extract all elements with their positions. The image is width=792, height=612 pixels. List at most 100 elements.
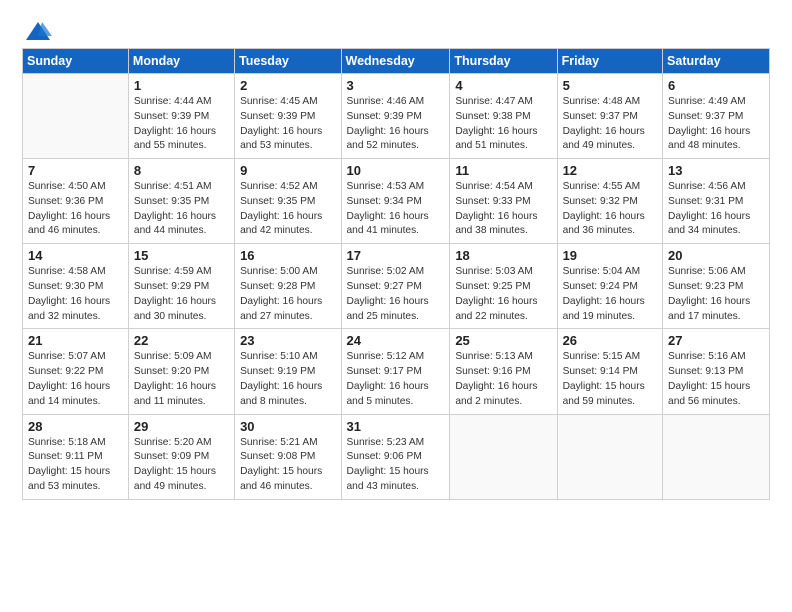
day-number: 24 [347,333,445,348]
day-info: Sunrise: 5:15 AMSunset: 9:14 PMDaylight:… [563,350,657,409]
day-info: Sunrise: 4:55 AMSunset: 9:32 PMDaylight:… [563,180,657,239]
day-info: Sunrise: 5:10 AMSunset: 9:19 PMDaylight:… [240,350,335,409]
logo-area [22,18,52,40]
weekday-header-sunday: Sunday [23,49,129,74]
day-number: 14 [28,248,123,263]
page: SundayMondayTuesdayWednesdayThursdayFrid… [0,0,792,612]
weekday-header-wednesday: Wednesday [341,49,450,74]
day-info: Sunrise: 5:20 AMSunset: 9:09 PMDaylight:… [134,436,229,495]
day-info: Sunrise: 4:58 AMSunset: 9:30 PMDaylight:… [28,265,123,324]
calendar-cell: 1 Sunrise: 4:44 AMSunset: 9:39 PMDaylight… [128,74,234,159]
week-row-4: 21Sunrise: 5:07 AMSunset: 9:22 PMDayligh… [23,329,770,414]
calendar-cell: 8 Sunrise: 4:51 AMSunset: 9:35 PMDaylight… [128,159,234,244]
weekday-header-tuesday: Tuesday [235,49,341,74]
day-info: Sunrise: 4:50 AMSunset: 9:36 PMDaylight:… [28,180,123,239]
calendar-cell: 17 Sunrise: 5:02 AMSunset: 9:27 PMDayligh… [341,244,450,329]
calendar-cell: 21Sunrise: 5:07 AMSunset: 9:22 PMDayligh… [23,329,129,414]
day-info: Sunrise: 5:16 AMSunset: 9:13 PMDaylight:… [668,350,764,409]
day-info: Sunrise: 5:12 AMSunset: 9:17 PMDaylight:… [347,350,445,409]
day-number: 23 [240,333,335,348]
calendar-cell: 14 Sunrise: 4:58 AMSunset: 9:30 PMDayligh… [23,244,129,329]
calendar-cell: 10 Sunrise: 4:53 AMSunset: 9:34 PMDayligh… [341,159,450,244]
calendar-cell: 28 Sunrise: 5:18 AMSunset: 9:11 PMDayligh… [23,414,129,499]
calendar-cell [663,414,770,499]
calendar: SundayMondayTuesdayWednesdayThursdayFrid… [22,48,770,500]
day-number: 13 [668,163,764,178]
weekday-header-saturday: Saturday [663,49,770,74]
day-info: Sunrise: 4:56 AMSunset: 9:31 PMDaylight:… [668,180,764,239]
calendar-cell: 9Sunrise: 4:52 AMSunset: 9:35 PMDaylight… [235,159,341,244]
calendar-cell: 5Sunrise: 4:48 AMSunset: 9:37 PMDaylight… [557,74,662,159]
calendar-cell: 4 Sunrise: 4:47 AMSunset: 9:38 PMDaylight… [450,74,557,159]
week-row-3: 14 Sunrise: 4:58 AMSunset: 9:30 PMDayligh… [23,244,770,329]
calendar-cell: 15Sunrise: 4:59 AMSunset: 9:29 PMDayligh… [128,244,234,329]
day-info: Sunrise: 5:13 AMSunset: 9:16 PMDaylight:… [455,350,551,409]
day-info: Sunrise: 5:09 AMSunset: 9:20 PMDaylight:… [134,350,229,409]
day-number: 4 [455,78,551,93]
day-number: 15 [134,248,229,263]
calendar-cell: 11 Sunrise: 4:54 AMSunset: 9:33 PMDayligh… [450,159,557,244]
calendar-cell: 2 Sunrise: 4:45 AMSunset: 9:39 PMDaylight… [235,74,341,159]
day-number: 31 [347,419,445,434]
calendar-cell [557,414,662,499]
day-number: 22 [134,333,229,348]
day-number: 8 [134,163,229,178]
calendar-cell: 25 Sunrise: 5:13 AMSunset: 9:16 PMDayligh… [450,329,557,414]
calendar-cell: 24 Sunrise: 5:12 AMSunset: 9:17 PMDayligh… [341,329,450,414]
day-number: 6 [668,78,764,93]
day-info: Sunrise: 5:21 AMSunset: 9:08 PMDaylight:… [240,436,335,495]
day-info: Sunrise: 4:46 AMSunset: 9:39 PMDaylight:… [347,95,445,154]
calendar-cell: 12 Sunrise: 4:55 AMSunset: 9:32 PMDayligh… [557,159,662,244]
calendar-cell [450,414,557,499]
weekday-header-thursday: Thursday [450,49,557,74]
day-info: Sunrise: 5:06 AMSunset: 9:23 PMDaylight:… [668,265,764,324]
calendar-cell: 31 Sunrise: 5:23 AMSunset: 9:06 PMDayligh… [341,414,450,499]
day-info: Sunrise: 4:51 AMSunset: 9:35 PMDaylight:… [134,180,229,239]
weekday-header-row: SundayMondayTuesdayWednesdayThursdayFrid… [23,49,770,74]
day-number: 17 [347,248,445,263]
day-info: Sunrise: 4:53 AMSunset: 9:34 PMDaylight:… [347,180,445,239]
day-number: 21 [28,333,123,348]
day-info: Sunrise: 5:02 AMSunset: 9:27 PMDaylight:… [347,265,445,324]
week-row-1: 1 Sunrise: 4:44 AMSunset: 9:39 PMDaylight… [23,74,770,159]
day-info: Sunrise: 4:47 AMSunset: 9:38 PMDaylight:… [455,95,551,154]
day-info: Sunrise: 4:48 AMSunset: 9:37 PMDaylight:… [563,95,657,154]
day-info: Sunrise: 5:03 AMSunset: 9:25 PMDaylight:… [455,265,551,324]
day-number: 7 [28,163,123,178]
day-number: 27 [668,333,764,348]
day-number: 1 [134,78,229,93]
day-number: 25 [455,333,551,348]
calendar-cell: 29 Sunrise: 5:20 AMSunset: 9:09 PMDayligh… [128,414,234,499]
day-number: 2 [240,78,335,93]
day-number: 28 [28,419,123,434]
calendar-cell: 18 Sunrise: 5:03 AMSunset: 9:25 PMDayligh… [450,244,557,329]
logo-icon [24,18,52,46]
day-number: 12 [563,163,657,178]
calendar-cell: 3 Sunrise: 4:46 AMSunset: 9:39 PMDaylight… [341,74,450,159]
calendar-cell: 20Sunrise: 5:06 AMSunset: 9:23 PMDayligh… [663,244,770,329]
day-number: 3 [347,78,445,93]
calendar-cell: 6Sunrise: 4:49 AMSunset: 9:37 PMDaylight… [663,74,770,159]
day-number: 29 [134,419,229,434]
day-number: 11 [455,163,551,178]
day-info: Sunrise: 4:45 AMSunset: 9:39 PMDaylight:… [240,95,335,154]
day-info: Sunrise: 5:00 AMSunset: 9:28 PMDaylight:… [240,265,335,324]
calendar-cell: 13 Sunrise: 4:56 AMSunset: 9:31 PMDayligh… [663,159,770,244]
calendar-cell: 23 Sunrise: 5:10 AMSunset: 9:19 PMDayligh… [235,329,341,414]
week-row-5: 28 Sunrise: 5:18 AMSunset: 9:11 PMDayligh… [23,414,770,499]
day-info: Sunrise: 5:18 AMSunset: 9:11 PMDaylight:… [28,436,123,495]
header [22,18,770,40]
day-number: 10 [347,163,445,178]
day-number: 16 [240,248,335,263]
day-number: 26 [563,333,657,348]
calendar-cell: 22 Sunrise: 5:09 AMSunset: 9:20 PMDayligh… [128,329,234,414]
calendar-cell: 16 Sunrise: 5:00 AMSunset: 9:28 PMDayligh… [235,244,341,329]
day-number: 18 [455,248,551,263]
calendar-cell: 27 Sunrise: 5:16 AMSunset: 9:13 PMDayligh… [663,329,770,414]
day-info: Sunrise: 4:54 AMSunset: 9:33 PMDaylight:… [455,180,551,239]
logo [22,18,52,46]
day-info: Sunrise: 4:52 AMSunset: 9:35 PMDaylight:… [240,180,335,239]
day-info: Sunrise: 4:44 AMSunset: 9:39 PMDaylight:… [134,95,229,154]
calendar-cell: 19Sunrise: 5:04 AMSunset: 9:24 PMDayligh… [557,244,662,329]
day-info: Sunrise: 5:23 AMSunset: 9:06 PMDaylight:… [347,436,445,495]
